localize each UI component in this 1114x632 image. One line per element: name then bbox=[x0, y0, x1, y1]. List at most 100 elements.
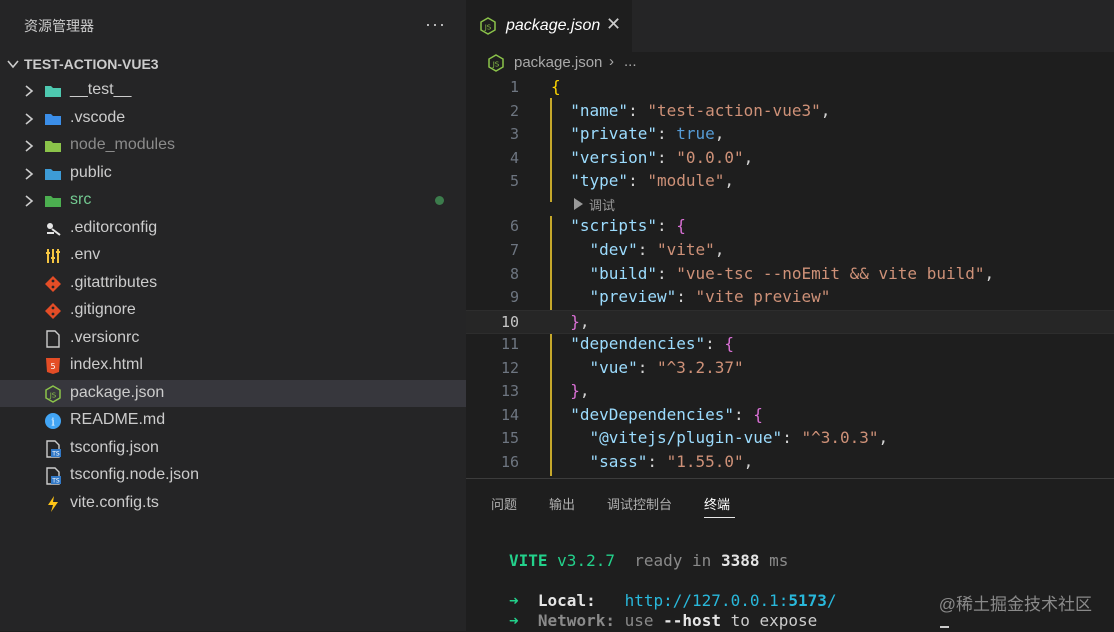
code-token: : bbox=[656, 263, 677, 283]
code-line[interactable]: 5 "type": "module", bbox=[466, 170, 1114, 194]
tsconfig-icon: TS bbox=[46, 467, 61, 485]
tree-item-label: src bbox=[70, 191, 92, 208]
local-url[interactable]: http://127.0.0.1:5173/ bbox=[625, 591, 837, 610]
code-line[interactable]: 11 "dependencies": { bbox=[466, 333, 1114, 357]
line-number: 11 bbox=[500, 335, 519, 353]
code-text: "vue": "^3.2.37" bbox=[551, 358, 744, 377]
arrow-icon: ➜ bbox=[509, 591, 519, 610]
folder-item[interactable]: src bbox=[0, 187, 466, 214]
folder-vscode-icon bbox=[45, 113, 61, 125]
file-item[interactable]: i README.md bbox=[0, 407, 466, 434]
code-token: "name" bbox=[570, 100, 629, 120]
code-token: "vite" bbox=[656, 240, 715, 259]
line-number: 4 bbox=[509, 148, 519, 167]
file-item[interactable]: .env bbox=[0, 242, 466, 269]
code-token: } bbox=[570, 311, 580, 331]
line-number: 15 bbox=[500, 429, 519, 447]
code-line[interactable]: 7 "dev": "vite", bbox=[466, 239, 1114, 263]
code-text: }, bbox=[551, 311, 589, 331]
chevron-right-icon bbox=[25, 85, 34, 97]
close-icon[interactable]: ✕ bbox=[606, 14, 621, 35]
code-token: : bbox=[656, 124, 677, 143]
line-number: 16 bbox=[500, 452, 519, 471]
line-number: 1 bbox=[509, 78, 519, 96]
file-item[interactable]: 5 index.html bbox=[0, 352, 466, 379]
code-line[interactable]: 3 "private": true, bbox=[466, 123, 1114, 147]
tree-item-label: README.md bbox=[70, 411, 166, 428]
tab-package-json[interactable]: JS package.json ✕ bbox=[466, 0, 632, 52]
tab-terminal[interactable]: 终端 bbox=[704, 494, 730, 513]
tree-item-label: public bbox=[70, 163, 112, 181]
code-token: , bbox=[714, 124, 725, 143]
code-line[interactable]: 6 "scripts": { bbox=[466, 215, 1114, 239]
code-token: : bbox=[628, 100, 648, 120]
folder-node-icon bbox=[45, 141, 61, 152]
file-item[interactable]: vite.config.ts bbox=[0, 490, 466, 517]
code-line[interactable]: 12 "vue": "^3.2.37" bbox=[466, 357, 1114, 381]
ready-text: ready in bbox=[634, 551, 712, 570]
file-item[interactable]: JS package.json bbox=[0, 379, 466, 407]
tree-item-label: .editorconfig bbox=[70, 218, 158, 236]
code-text: "private": true, bbox=[551, 124, 724, 143]
code-line[interactable]: 2 "name": "test-action-vue3", bbox=[466, 100, 1114, 124]
explorer-sidebar: 资源管理器 ··· TEST-ACTION-VUE3 __test__ .vsco… bbox=[0, 0, 466, 631]
code-line[interactable]: 14 "devDependencies": { bbox=[466, 404, 1114, 428]
file-item[interactable]: .editorconfig bbox=[0, 215, 466, 242]
file-item[interactable]: .gitattributes bbox=[0, 270, 466, 297]
active-tab-indicator bbox=[704, 517, 735, 518]
code-token: "private" bbox=[570, 124, 657, 143]
code-token: "1.55.0" bbox=[666, 451, 744, 471]
file-item[interactable]: .versionrc bbox=[0, 325, 466, 352]
folder-item[interactable]: node_modules bbox=[0, 132, 466, 159]
folder-item[interactable]: __test__ bbox=[0, 77, 466, 104]
tree-item-label: package.json bbox=[70, 383, 165, 401]
more-actions-icon[interactable]: ··· bbox=[425, 14, 446, 35]
code-token: , bbox=[743, 147, 754, 167]
line-number: 12 bbox=[500, 358, 519, 377]
network-label: Network: bbox=[537, 611, 615, 630]
tab-debug-console[interactable]: 调试控制台 bbox=[607, 494, 672, 513]
breadcrumb-more[interactable]: ... bbox=[624, 53, 637, 70]
debug-codelens[interactable]: 调试 bbox=[574, 194, 615, 214]
code-line[interactable]: 8 "build": "vue-tsc --noEmit && vite bui… bbox=[466, 263, 1114, 287]
code-line[interactable]: 13 }, bbox=[466, 380, 1114, 404]
breadcrumb-file[interactable]: package.json bbox=[514, 54, 602, 71]
local-url-prefix: http://127.0.0.1: bbox=[624, 591, 789, 610]
workspace-folder[interactable]: TEST-ACTION-VUE3 bbox=[0, 52, 466, 76]
file-item[interactable]: .gitignore bbox=[0, 297, 466, 324]
line-number: 3 bbox=[509, 125, 519, 143]
editorconfig-icon bbox=[47, 222, 61, 236]
code-token: { bbox=[676, 216, 686, 235]
chevron-right-icon bbox=[25, 167, 34, 180]
svg-text:TS: TS bbox=[51, 450, 60, 457]
line-number: 8 bbox=[509, 264, 519, 283]
code-line[interactable]: 1{ bbox=[466, 76, 1114, 100]
folder-item[interactable]: .vscode bbox=[0, 105, 466, 132]
line-number: 6 bbox=[509, 217, 519, 235]
code-token: "vite preview" bbox=[695, 287, 831, 306]
code-line[interactable]: 16 "sass": "1.55.0", bbox=[466, 451, 1114, 475]
code-editor[interactable]: 调试 1{2 "name": "test-action-vue3", 3 "pri… bbox=[466, 76, 1114, 476]
code-line[interactable]: 10 }, bbox=[466, 309, 1114, 334]
explorer-header: 资源管理器 ··· bbox=[0, 0, 466, 52]
tab-output[interactable]: 输出 bbox=[549, 494, 575, 513]
code-token: "^3.2.37" bbox=[656, 357, 744, 377]
vite-icon bbox=[48, 495, 58, 512]
git-icon bbox=[45, 275, 61, 292]
line-number: 14 bbox=[500, 405, 519, 424]
tree-item-label: .env bbox=[70, 246, 101, 263]
code-line[interactable]: 9 "preview": "vite preview" bbox=[466, 286, 1114, 310]
folder-item[interactable]: public bbox=[0, 160, 466, 187]
breadcrumb-separator: › bbox=[609, 53, 614, 70]
code-line[interactable]: 4 "version": "0.0.0", bbox=[466, 147, 1114, 171]
code-token: { bbox=[753, 404, 763, 424]
file-item[interactable]: TS tsconfig.node.json bbox=[0, 462, 466, 489]
code-line[interactable]: 15 "@vitejs/plugin-vue": "^3.0.3", bbox=[466, 427, 1114, 451]
tree-item-label: tsconfig.node.json bbox=[70, 466, 199, 483]
code-text: "dev": "vite", bbox=[551, 240, 725, 259]
tab-problems[interactable]: 问题 bbox=[491, 494, 517, 513]
file-item[interactable]: TS tsconfig.json bbox=[0, 435, 466, 462]
